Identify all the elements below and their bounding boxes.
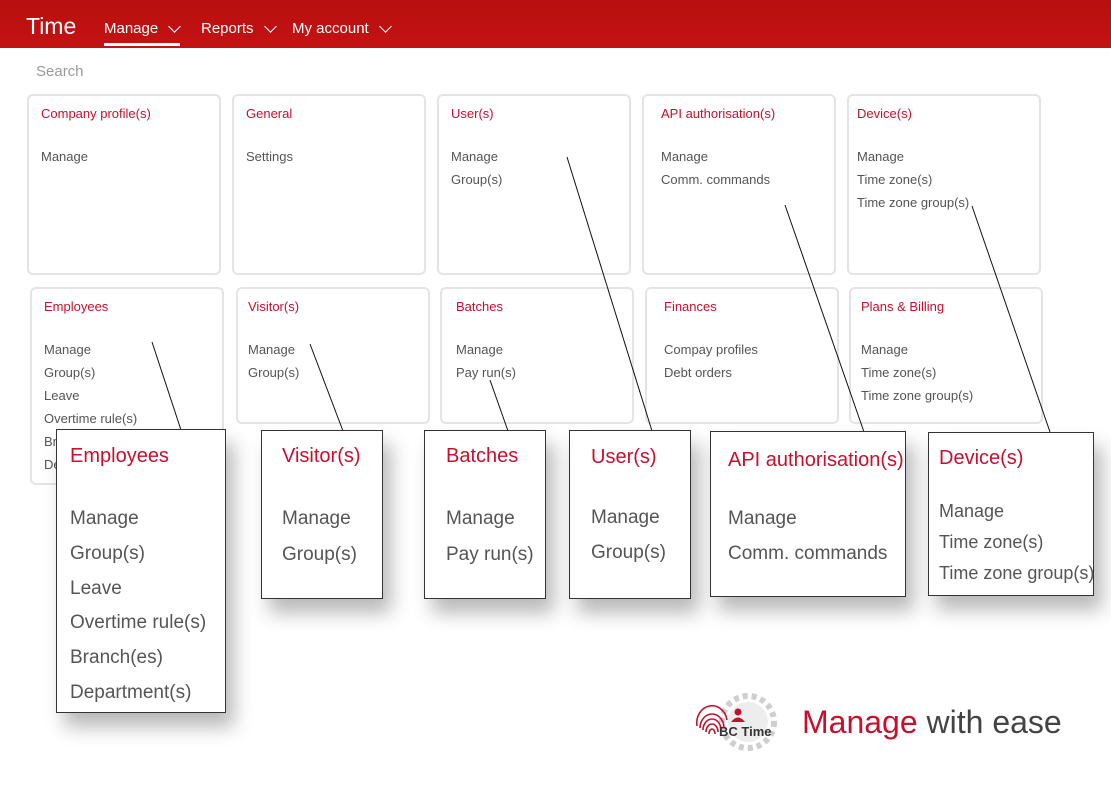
zoom-title: API authorisation(s) bbox=[728, 449, 904, 471]
zoom-link-manage[interactable]: Manage bbox=[591, 500, 666, 535]
active-nav-indicator bbox=[104, 43, 180, 46]
card-title: Company profile(s) bbox=[41, 106, 151, 121]
zoom-box-users: User(s) Manage Group(s) bbox=[569, 430, 691, 599]
zoom-link-departments[interactable]: Department(s) bbox=[70, 676, 206, 711]
card-link-manage[interactable]: Manage bbox=[857, 145, 969, 168]
card-link-groups[interactable]: Group(s) bbox=[44, 361, 137, 384]
zoom-link-branches[interactable]: Branch(es) bbox=[70, 641, 206, 676]
zoom-link-comm-commands[interactable]: Comm. commands bbox=[728, 536, 887, 571]
zoom-link-time-zone-groups[interactable]: Time zone group(s) bbox=[939, 558, 1094, 589]
zoom-link-manage[interactable]: Manage bbox=[728, 501, 887, 536]
tagline-rest: with ease bbox=[917, 704, 1062, 740]
card-link-overtime-rules[interactable]: Overtime rule(s) bbox=[44, 407, 137, 430]
card-link-company-profiles[interactable]: Compay profiles bbox=[664, 338, 758, 361]
zoom-title: User(s) bbox=[591, 446, 657, 468]
search-input[interactable] bbox=[36, 60, 336, 82]
card-link-settings[interactable]: Settings bbox=[246, 145, 293, 168]
top-nav-bar: Time Manage Reports My account bbox=[0, 0, 1111, 48]
chevron-down-icon bbox=[168, 19, 182, 33]
card-title: Device(s) bbox=[857, 106, 912, 121]
card-link-groups[interactable]: Group(s) bbox=[451, 168, 502, 191]
card-link-manage[interactable]: Manage bbox=[861, 338, 973, 361]
card-link-pay-runs[interactable]: Pay run(s) bbox=[456, 361, 516, 384]
card-title: Plans & Billing bbox=[861, 299, 945, 314]
zoom-title: Visitor(s) bbox=[282, 445, 361, 467]
card-link-leave[interactable]: Leave bbox=[44, 384, 137, 407]
zoom-link-groups[interactable]: Group(s) bbox=[70, 537, 206, 572]
logo-text: BC Time bbox=[719, 724, 772, 739]
card-title: Visitor(s) bbox=[248, 299, 300, 314]
zoom-link-manage[interactable]: Manage bbox=[446, 501, 534, 537]
nav-my-account[interactable]: My account bbox=[292, 19, 392, 37]
chevron-down-icon bbox=[263, 19, 277, 33]
card-link-debt-orders[interactable]: Debt orders bbox=[664, 361, 758, 384]
bc-time-logo: BC Time bbox=[695, 693, 777, 751]
card-link-comm-commands[interactable]: Comm. commands bbox=[661, 168, 770, 191]
zoom-link-overtime-rules[interactable]: Overtime rule(s) bbox=[70, 606, 206, 641]
zoom-title: Device(s) bbox=[939, 447, 1024, 469]
zoom-link-pay-runs[interactable]: Pay run(s) bbox=[446, 537, 534, 573]
card-finances: Finances Compay profiles Debt orders bbox=[645, 287, 839, 424]
card-link-manage[interactable]: Manage bbox=[451, 145, 502, 168]
card-title: General bbox=[246, 106, 293, 121]
card-title: API authorisation(s) bbox=[661, 106, 776, 121]
card-title: Finances bbox=[664, 299, 717, 314]
zoom-link-leave[interactable]: Leave bbox=[70, 572, 206, 607]
card-link-time-zones[interactable]: Time zone(s) bbox=[857, 168, 969, 191]
zoom-link-manage[interactable]: Manage bbox=[939, 496, 1094, 527]
zoom-box-employees: Employees Manage Group(s) Leave Overtime… bbox=[56, 429, 226, 713]
card-plans-billing: Plans & Billing Manage Time zone(s) Time… bbox=[849, 287, 1043, 424]
zoom-box-visitors: Visitor(s) Manage Group(s) bbox=[261, 430, 383, 599]
card-batches: Batches Manage Pay run(s) bbox=[440, 287, 634, 424]
card-visitors: Visitor(s) Manage Group(s) bbox=[236, 287, 430, 424]
zoom-link-groups[interactable]: Group(s) bbox=[591, 535, 666, 570]
nav-reports[interactable]: Reports bbox=[201, 19, 277, 37]
card-link-manage[interactable]: Manage bbox=[248, 338, 299, 361]
app-title[interactable]: Time bbox=[26, 13, 76, 40]
card-link-manage[interactable]: Manage bbox=[44, 338, 137, 361]
zoom-title: Employees bbox=[70, 445, 169, 467]
card-title: Employees bbox=[44, 299, 109, 314]
gear-icon bbox=[719, 693, 777, 751]
nav-manage[interactable]: Manage bbox=[104, 19, 182, 37]
card-link-time-zone-groups[interactable]: Time zone group(s) bbox=[861, 384, 973, 407]
tagline: Manage with ease bbox=[802, 704, 1062, 741]
card-company-profiles: Company profile(s) Manage bbox=[27, 94, 221, 275]
zoom-title: Batches bbox=[446, 445, 519, 467]
zoom-link-time-zones[interactable]: Time zone(s) bbox=[939, 527, 1094, 558]
card-link-manage[interactable]: Manage bbox=[661, 145, 770, 168]
card-link-time-zone-groups[interactable]: Time zone group(s) bbox=[857, 191, 969, 214]
nav-reports-label: Reports bbox=[201, 20, 254, 37]
card-devices: Device(s) Manage Time zone(s) Time zone … bbox=[847, 94, 1041, 275]
card-title: User(s) bbox=[451, 106, 494, 121]
zoom-box-devices: Device(s) Manage Time zone(s) Time zone … bbox=[928, 432, 1094, 596]
card-api-authorisations: API authorisation(s) Manage Comm. comman… bbox=[642, 94, 836, 275]
nav-manage-label: Manage bbox=[104, 20, 159, 37]
zoom-link-manage[interactable]: Manage bbox=[282, 501, 357, 537]
zoom-box-api-authorisations: API authorisation(s) Manage Comm. comman… bbox=[710, 431, 906, 597]
chevron-down-icon bbox=[378, 19, 392, 33]
card-users: User(s) Manage Group(s) bbox=[437, 94, 631, 275]
card-link-groups[interactable]: Group(s) bbox=[248, 361, 299, 384]
zoom-link-manage[interactable]: Manage bbox=[70, 502, 206, 537]
card-link-manage[interactable]: Manage bbox=[41, 145, 88, 168]
card-title: Batches bbox=[456, 299, 503, 314]
card-general: General Settings bbox=[232, 94, 426, 275]
card-link-manage[interactable]: Manage bbox=[456, 338, 516, 361]
card-link-time-zones[interactable]: Time zone(s) bbox=[861, 361, 973, 384]
zoom-link-groups[interactable]: Group(s) bbox=[282, 537, 357, 573]
tagline-highlight: Manage bbox=[802, 704, 918, 740]
nav-my-account-label: My account bbox=[292, 20, 369, 37]
zoom-box-batches: Batches Manage Pay run(s) bbox=[424, 430, 546, 599]
